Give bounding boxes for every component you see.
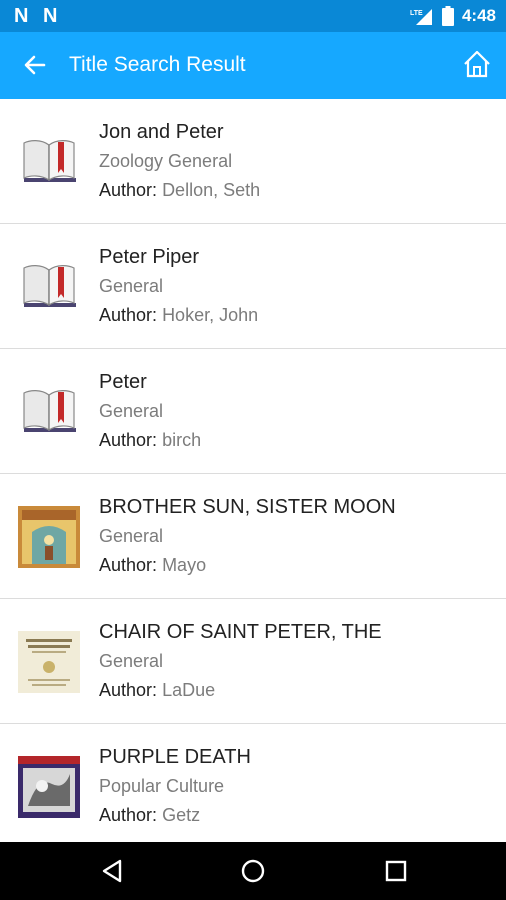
app-bar: Title Search Result [0,32,506,99]
book-author: Author: LaDue [99,678,382,702]
back-arrow-icon[interactable] [22,52,48,78]
author-label: Author: [99,555,158,575]
search-results-list: Jon and Peter Zoology General Author: De… [0,99,506,842]
book-author: Author: Mayo [99,553,396,577]
page-title: Title Search Result [69,53,246,76]
nav-back-icon[interactable] [98,857,126,885]
book-cover-image [18,506,80,568]
result-item[interactable]: CHAIR OF SAINT PETER, THE General Author… [0,599,506,724]
book-author: Author: Hoker, John [99,303,258,327]
book-category: Zoology General [99,151,233,171]
book-icon [23,265,76,307]
book-category: General [99,276,164,296]
author-label: Author: [99,680,158,700]
book-title: PURPLE DEATH [99,746,251,768]
navigation-bar [0,842,506,900]
book-title: BROTHER SUN, SISTER MOON [99,496,396,518]
author-name: Dellon, Seth [162,180,261,200]
book-author: Author: birch [99,428,201,452]
book-category: General [99,651,164,671]
home-icon[interactable] [462,49,492,79]
book-category: General [99,401,164,421]
book-title: Peter Piper [99,246,200,268]
book-icon [23,140,76,182]
book-icon [23,390,76,432]
notification-n-icon: N [43,5,58,27]
book-cover-image [18,631,80,693]
author-name: Mayo [162,555,207,575]
signal-lte-icon: LTE [410,9,432,25]
book-author: Author: Dellon, Seth [99,178,260,202]
result-item[interactable]: Jon and Peter Zoology General Author: De… [0,99,506,224]
author-name: Getz [162,805,201,825]
book-title: CHAIR OF SAINT PETER, THE [99,621,382,643]
author-name: LaDue [162,680,216,700]
nav-recents-icon[interactable] [382,857,410,885]
author-name: Hoker, John [162,305,259,325]
result-item[interactable]: PURPLE DEATH Popular Culture Author: Get… [0,724,506,842]
result-item[interactable]: Peter General Author: birch [0,349,506,474]
book-cover-image [18,756,80,818]
book-category: Popular Culture [99,776,225,796]
book-category: General [99,526,164,546]
result-item[interactable]: BROTHER SUN, SISTER MOON General Author:… [0,474,506,599]
author-label: Author: [99,430,158,450]
status-bar: N N LTE 4:48 [0,0,506,32]
book-title: Peter [99,371,147,393]
battery-icon [441,6,454,26]
author-name: birch [162,430,202,450]
author-label: Author: [99,180,158,200]
result-item[interactable]: Peter Piper General Author: Hoker, John [0,224,506,349]
svg-text:LTE: LTE [410,10,423,17]
book-author: Author: Getz [99,803,251,827]
author-label: Author: [99,305,158,325]
clock: 4:48 [461,6,496,25]
notification-n-icon: N [14,5,29,27]
book-title: Jon and Peter [99,121,224,143]
author-label: Author: [99,805,158,825]
nav-home-icon[interactable] [239,857,267,885]
